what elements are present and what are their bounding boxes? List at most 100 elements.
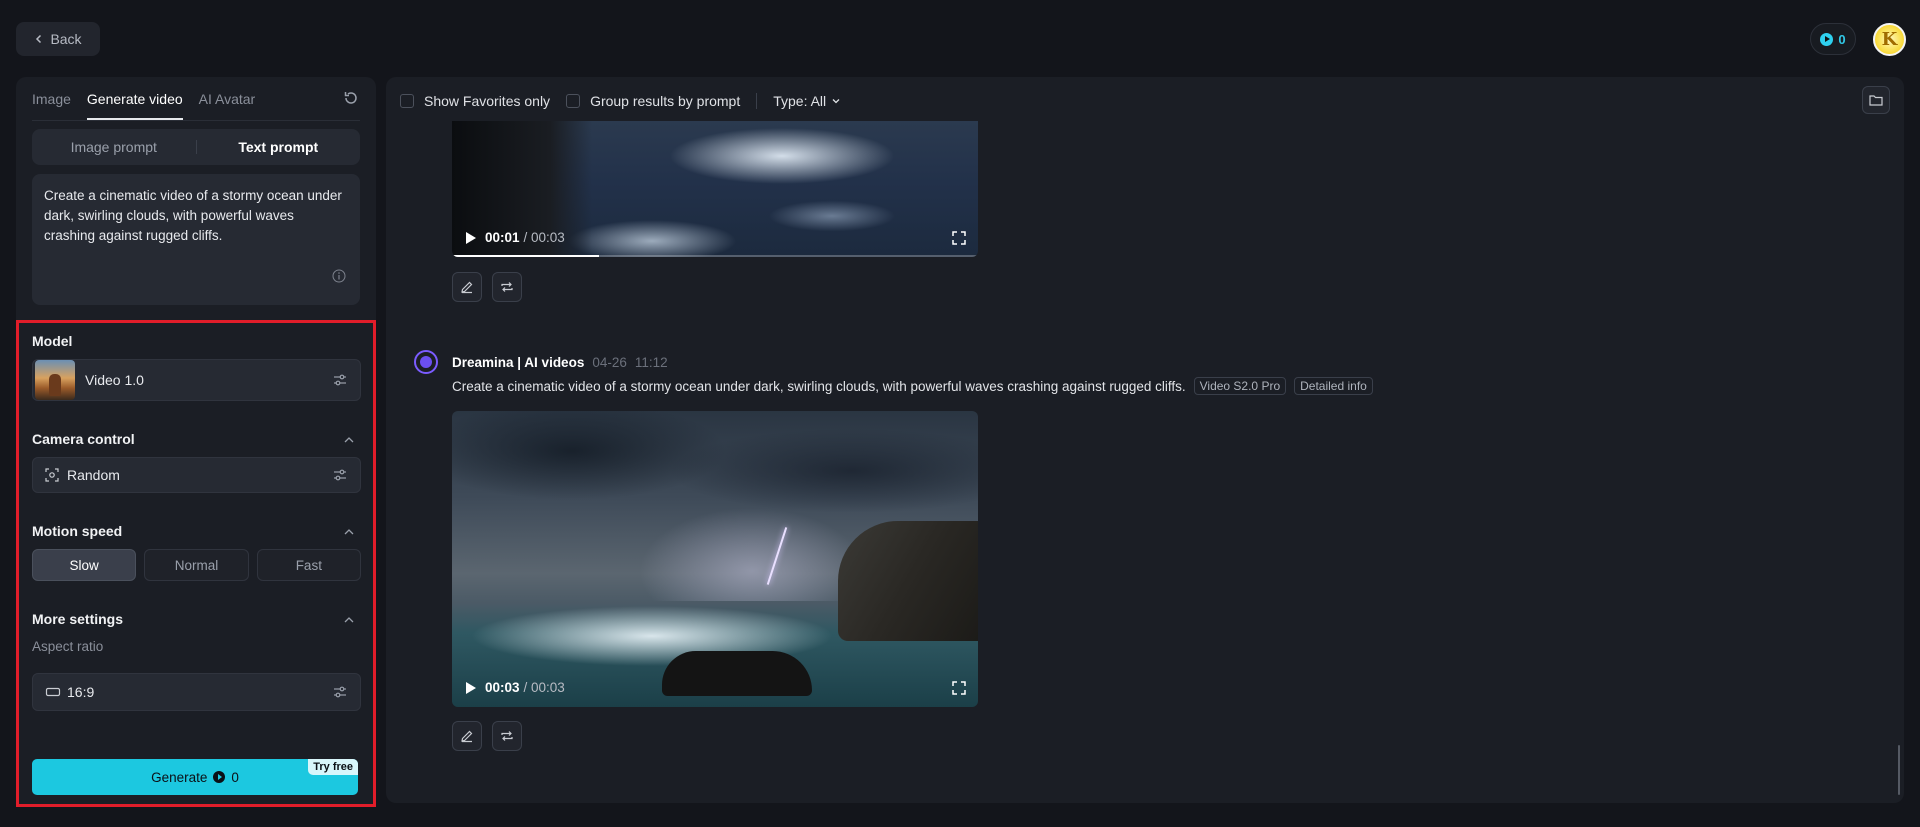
results-panel: Show Favorites only Group results by pro… bbox=[386, 77, 1904, 803]
camera-value: Random bbox=[67, 467, 120, 483]
speed-slow-button[interactable]: Slow bbox=[32, 549, 137, 581]
filter-separator bbox=[756, 93, 758, 109]
info-icon[interactable] bbox=[332, 269, 346, 283]
sliders-icon[interactable] bbox=[332, 372, 348, 388]
model-title: Model bbox=[32, 333, 73, 349]
user-avatar[interactable]: K bbox=[1873, 23, 1906, 56]
try-free-badge: Try free bbox=[308, 759, 358, 775]
scrollbar[interactable] bbox=[1898, 745, 1900, 795]
message-date: 04-26 bbox=[592, 354, 627, 370]
chevron-up-icon[interactable] bbox=[343, 526, 355, 538]
sparkle-icon bbox=[420, 356, 432, 368]
video-current-time: 00:01 bbox=[485, 230, 520, 245]
motion-title: Motion speed bbox=[32, 523, 123, 539]
group-filter[interactable]: Group results by prompt bbox=[566, 93, 740, 109]
refresh-icon[interactable] bbox=[342, 89, 360, 107]
back-button[interactable]: Back bbox=[16, 22, 100, 56]
message-header: Dreamina | AI videos 04-26 11:12 bbox=[414, 350, 676, 374]
aspect-ratio-icon bbox=[45, 687, 61, 697]
pencil-icon bbox=[461, 281, 473, 294]
regenerate-button[interactable] bbox=[492, 272, 522, 302]
type-label: Type: All bbox=[773, 93, 827, 109]
text-prompt-option[interactable]: Text prompt bbox=[197, 139, 361, 155]
group-label: Group results by prompt bbox=[590, 93, 741, 109]
model-value: Video 1.0 bbox=[85, 372, 144, 388]
message-prompt: Create a cinematic video of a stormy oce… bbox=[452, 378, 1186, 394]
message-prompt-row: Create a cinematic video of a stormy oce… bbox=[452, 377, 1373, 395]
type-dropdown[interactable]: Type: All bbox=[773, 93, 841, 109]
image-prompt-option[interactable]: Image prompt bbox=[32, 139, 196, 155]
video-controls: 00:01 / 00:03 bbox=[466, 230, 565, 245]
generation-panel: Image Generate video AI Avatar Image pro… bbox=[16, 77, 376, 807]
pencil-icon bbox=[461, 730, 473, 743]
back-label: Back bbox=[50, 31, 82, 47]
play-icon[interactable] bbox=[466, 681, 476, 694]
folder-button[interactable] bbox=[1862, 86, 1890, 114]
model-thumbnail bbox=[35, 360, 75, 400]
chevron-up-icon[interactable] bbox=[343, 434, 355, 446]
sender-name: Dreamina | AI videos bbox=[452, 354, 585, 370]
motion-speed-options: Slow Normal Fast bbox=[32, 549, 361, 581]
credits-count: 0 bbox=[1838, 31, 1846, 47]
generate-label: Generate bbox=[151, 769, 208, 785]
detailed-info-tag[interactable]: Detailed info bbox=[1294, 377, 1373, 395]
prompt-textarea[interactable]: Create a cinematic video of a stormy oce… bbox=[32, 174, 360, 305]
message-time: 11:12 bbox=[634, 354, 668, 370]
edit-button[interactable] bbox=[452, 272, 482, 302]
aspect-ratio-label: Aspect ratio bbox=[32, 639, 104, 654]
repeat-icon bbox=[501, 731, 513, 741]
video-1-actions bbox=[452, 272, 522, 302]
camera-focus-icon bbox=[45, 468, 59, 482]
video-duration: / 00:03 bbox=[523, 680, 565, 695]
settings-highlight-frame: Model Video 1.0 Camera control Random Mo… bbox=[16, 320, 376, 807]
sliders-icon[interactable] bbox=[332, 684, 348, 700]
speed-fast-button[interactable]: Fast bbox=[256, 549, 361, 581]
fullscreen-icon[interactable] bbox=[952, 231, 966, 245]
prompt-mode-switch: Image prompt Text prompt bbox=[32, 129, 360, 165]
credit-coin-icon bbox=[213, 771, 226, 783]
video-progress-track[interactable] bbox=[452, 255, 978, 257]
camera-title: Camera control bbox=[32, 431, 135, 447]
chevron-left-icon bbox=[36, 34, 42, 44]
model-selector[interactable]: Video 1.0 bbox=[32, 359, 361, 401]
tab-generate-video[interactable]: Generate video bbox=[86, 91, 183, 120]
video-player-2[interactable]: 00:03 / 00:03 bbox=[452, 411, 978, 707]
favorites-filter[interactable]: Show Favorites only bbox=[400, 93, 550, 109]
video-frame-rock bbox=[662, 651, 812, 696]
tabs-divider bbox=[32, 120, 360, 121]
sliders-icon[interactable] bbox=[332, 467, 348, 483]
chevron-up-icon[interactable] bbox=[343, 614, 355, 626]
credits-badge[interactable]: 0 bbox=[1810, 23, 1856, 55]
regenerate-button[interactable] bbox=[492, 721, 522, 751]
favorites-label: Show Favorites only bbox=[424, 93, 551, 109]
generate-cost: 0 bbox=[231, 769, 239, 785]
edit-button[interactable] bbox=[452, 721, 482, 751]
favorites-checkbox[interactable] bbox=[400, 94, 414, 108]
video-player-1[interactable]: 00:01 / 00:03 bbox=[452, 121, 978, 257]
credit-coin-icon bbox=[1820, 32, 1834, 46]
aspect-ratio-value: 16:9 bbox=[67, 684, 95, 700]
group-checkbox[interactable] bbox=[566, 94, 581, 108]
camera-selector[interactable]: Random bbox=[32, 457, 361, 493]
fullscreen-icon[interactable] bbox=[952, 681, 966, 695]
filter-bar: Show Favorites only Group results by pro… bbox=[400, 90, 857, 112]
speed-normal-button[interactable]: Normal bbox=[144, 549, 249, 581]
video-2-actions bbox=[452, 721, 522, 751]
folder-icon bbox=[1869, 95, 1883, 106]
tab-image[interactable]: Image bbox=[32, 91, 71, 120]
mode-tabs: Image Generate video AI Avatar bbox=[32, 91, 255, 120]
model-tag[interactable]: Video S2.0 Pro bbox=[1193, 377, 1287, 395]
chevron-down-icon bbox=[832, 99, 840, 104]
prompt-text: Create a cinematic video of a stormy oce… bbox=[44, 188, 342, 243]
more-settings-title: More settings bbox=[32, 611, 124, 627]
tab-ai-avatar[interactable]: AI Avatar bbox=[199, 91, 256, 120]
video-current-time: 00:03 bbox=[485, 680, 520, 695]
video-progress-fill bbox=[452, 255, 600, 257]
video-controls: 00:03 / 00:03 bbox=[466, 680, 565, 695]
generate-button[interactable]: Generate 0 Try free bbox=[32, 759, 358, 795]
repeat-icon bbox=[501, 282, 513, 292]
play-icon[interactable] bbox=[466, 231, 476, 244]
bot-avatar bbox=[414, 350, 438, 374]
video-duration: / 00:03 bbox=[523, 230, 565, 245]
aspect-ratio-selector[interactable]: 16:9 bbox=[32, 673, 361, 711]
